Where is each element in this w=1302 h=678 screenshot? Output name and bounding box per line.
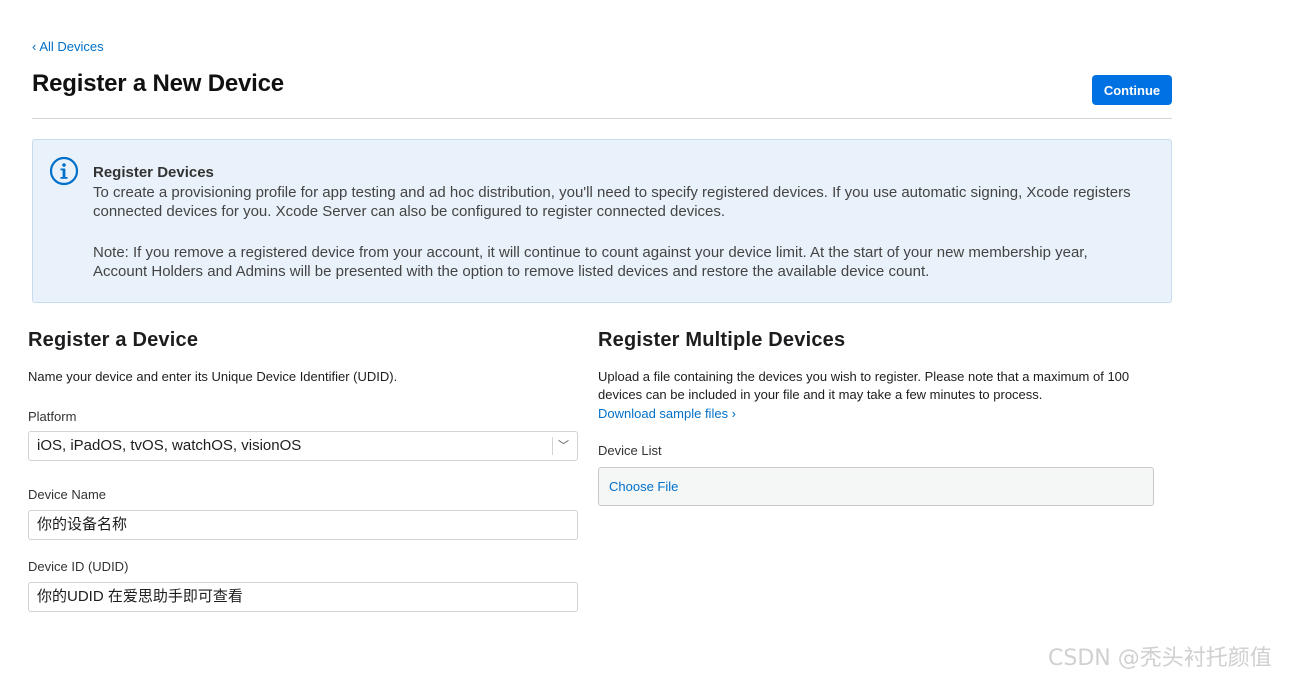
info-note: Note: If you remove a registered device …: [93, 244, 1088, 280]
register-multiple-description: Upload a file containing the devices you…: [598, 369, 1130, 402]
download-sample-files-link[interactable]: Download sample files ›: [598, 406, 736, 421]
choose-file-button[interactable]: Choose File: [609, 479, 678, 494]
info-banner: Register Devices To create a provisionin…: [32, 139, 1172, 303]
info-circle-icon: [49, 156, 79, 186]
device-name-label: Device Name: [28, 487, 107, 502]
register-multiple-title: Register Multiple Devices: [598, 329, 846, 351]
device-id-field[interactable]: 你的UDID 在爱思助手即可查看: [28, 582, 578, 612]
header-divider: [32, 118, 1172, 119]
device-id-value: 你的UDID 在爱思助手即可查看: [37, 588, 243, 605]
device-name-value: 你的设备名称: [37, 516, 128, 533]
chevron-down-icon: ﹀: [558, 440, 569, 452]
info-title: Register Devices: [93, 164, 214, 181]
select-divider: [552, 437, 553, 455]
register-device-description: Name your device and enter its Unique De…: [28, 369, 398, 384]
chevron-left-icon: ‹: [32, 39, 37, 54]
page-title: Register a New Device: [32, 70, 284, 97]
device-list-label: Device List: [598, 443, 662, 458]
platform-label: Platform: [28, 409, 77, 424]
platform-select[interactable]: iOS, iPadOS, tvOS, watchOS, visionOS ﹀: [28, 431, 578, 461]
register-device-title: Register a Device: [28, 329, 199, 351]
device-list-file-input[interactable]: Choose File: [598, 467, 1154, 506]
platform-selected-value: iOS, iPadOS, tvOS, watchOS, visionOS: [37, 437, 302, 454]
continue-button[interactable]: Continue: [1092, 75, 1172, 105]
device-name-field[interactable]: 你的设备名称: [28, 510, 578, 540]
back-link-label: All Devices: [39, 39, 104, 54]
back-to-all-devices-link[interactable]: ‹ All Devices: [32, 39, 104, 54]
watermark: CSDN @秃头衬托颜值: [1048, 646, 1272, 671]
info-text: To create a provisioning profile for app…: [93, 184, 1131, 220]
device-id-label: Device ID (UDID): [28, 559, 129, 574]
